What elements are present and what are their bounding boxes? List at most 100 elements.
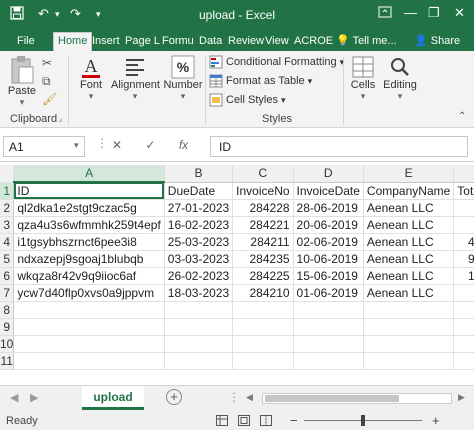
zoom-slider-thumb[interactable] bbox=[361, 415, 365, 426]
cell[interactable]: 9778.4 bbox=[453, 250, 474, 268]
cell[interactable] bbox=[453, 301, 474, 319]
formula-input[interactable]: ID bbox=[210, 136, 468, 157]
format-painter-icon[interactable]: 🖌 bbox=[42, 92, 57, 106]
cell[interactable]: 27-01-2023 bbox=[164, 199, 234, 217]
hscroll-left-icon[interactable]: ◀ bbox=[246, 392, 253, 403]
cell[interactable]: 284211 bbox=[232, 233, 294, 251]
cell[interactable]: 284235 bbox=[232, 250, 294, 268]
tab-view[interactable]: View bbox=[265, 33, 289, 51]
cell[interactable] bbox=[232, 318, 294, 336]
cell[interactable]: Aenean LLC bbox=[363, 233, 455, 251]
collapse-ribbon-icon[interactable]: ⌃ bbox=[458, 111, 466, 122]
cell[interactable]: 20-06-2019 bbox=[293, 216, 364, 234]
close-button[interactable]: ✕ bbox=[454, 5, 465, 21]
row-header[interactable]: 6 bbox=[0, 267, 15, 285]
add-sheet-button[interactable]: + bbox=[166, 389, 182, 405]
clipboard-launcher-icon[interactable]: ⌟ bbox=[58, 113, 62, 124]
select-all-corner[interactable] bbox=[0, 165, 15, 183]
cell[interactable]: 1009.8 bbox=[453, 267, 474, 285]
zoom-out-button[interactable]: − bbox=[290, 413, 298, 428]
cell[interactable] bbox=[13, 352, 165, 370]
tab-acrobat[interactable]: ACROE bbox=[294, 33, 333, 51]
cell[interactable] bbox=[13, 335, 165, 353]
cell[interactable] bbox=[363, 352, 455, 370]
cell[interactable]: Aenean LLC bbox=[363, 267, 455, 285]
ribbon-display-icon[interactable] bbox=[378, 5, 392, 22]
row-header[interactable]: 5 bbox=[0, 250, 15, 268]
cell[interactable]: 4139.6 bbox=[453, 233, 474, 251]
cell[interactable]: 15-06-2019 bbox=[293, 267, 364, 285]
row-header[interactable]: 8 bbox=[0, 301, 15, 319]
column-header[interactable]: F bbox=[453, 165, 474, 183]
row-header[interactable]: 4 bbox=[0, 233, 15, 251]
tab-home[interactable]: Home bbox=[53, 32, 93, 51]
cell[interactable] bbox=[164, 318, 234, 336]
cell[interactable]: 26-02-2023 bbox=[164, 267, 234, 285]
enter-icon[interactable]: ✓ bbox=[145, 138, 155, 152]
copy-icon[interactable]: ⧉ bbox=[42, 74, 51, 89]
name-box[interactable]: A1 bbox=[3, 136, 85, 157]
cell[interactable] bbox=[13, 318, 165, 336]
hscroll-right-icon[interactable]: ▶ bbox=[458, 392, 465, 403]
editing-button[interactable]: Editing ▾ bbox=[381, 55, 419, 102]
tab-insert[interactable]: Insert bbox=[92, 33, 120, 51]
cell[interactable]: i1tgsybhszrnct6pee3i8 bbox=[13, 233, 165, 251]
column-header[interactable]: B bbox=[164, 165, 234, 183]
cell[interactable] bbox=[453, 318, 474, 336]
name-box-dropdown-icon[interactable]: ▾ bbox=[74, 140, 79, 151]
cell[interactable]: 03-03-2023 bbox=[164, 250, 234, 268]
cell[interactable]: Aenean LLC bbox=[363, 199, 455, 217]
format-as-table-button[interactable]: Format as Table ▾ bbox=[209, 74, 312, 88]
tab-page-layout[interactable]: Page L bbox=[125, 33, 160, 51]
cell[interactable]: 25-03-2023 bbox=[164, 233, 234, 251]
sheet-tab-upload[interactable]: upload bbox=[82, 386, 144, 410]
row-header[interactable]: 1 bbox=[0, 182, 15, 200]
cell[interactable]: DueDate bbox=[164, 182, 234, 200]
row-header[interactable]: 3 bbox=[0, 216, 15, 234]
paste-dropdown-icon[interactable]: ▾ bbox=[6, 97, 38, 108]
cell[interactable]: ql2dka1e2stgt9czac5g bbox=[13, 199, 165, 217]
cell[interactable] bbox=[363, 335, 455, 353]
cell[interactable]: 284221 bbox=[232, 216, 294, 234]
cell-styles-button[interactable]: Cell Styles ▾ bbox=[209, 93, 286, 107]
minimize-button[interactable]: — bbox=[404, 5, 417, 20]
cell[interactable] bbox=[13, 301, 165, 319]
cell[interactable]: ID bbox=[13, 182, 165, 200]
cancel-icon[interactable]: ✕ bbox=[112, 138, 122, 152]
cut-icon[interactable]: ✂ bbox=[42, 56, 52, 70]
cell[interactable]: wkqza8r42v9q9iioc6af bbox=[13, 267, 165, 285]
row-header[interactable]: 9 bbox=[0, 318, 15, 336]
cell[interactable]: 10-06-2019 bbox=[293, 250, 364, 268]
zoom-slider[interactable] bbox=[304, 415, 422, 426]
cell[interactable] bbox=[363, 318, 455, 336]
cell[interactable]: 02-06-2019 bbox=[293, 233, 364, 251]
cell[interactable] bbox=[232, 352, 294, 370]
cell[interactable]: 284228 bbox=[232, 199, 294, 217]
row-header[interactable]: 11 bbox=[0, 352, 15, 370]
number-button[interactable]: % Number ▾ bbox=[163, 55, 203, 102]
tab-review[interactable]: Review bbox=[228, 33, 264, 51]
cell[interactable]: 284210 bbox=[232, 284, 294, 302]
column-header[interactable]: A bbox=[13, 165, 165, 183]
page-layout-view-icon[interactable] bbox=[238, 415, 250, 426]
cell[interactable]: InvoiceDate bbox=[293, 182, 364, 200]
row-header[interactable]: 2 bbox=[0, 199, 15, 217]
cell[interactable] bbox=[164, 352, 234, 370]
cell[interactable] bbox=[232, 301, 294, 319]
cell[interactable]: TotalDue bbox=[453, 182, 474, 200]
cell[interactable]: 1800 bbox=[453, 199, 474, 217]
tab-data[interactable]: Data bbox=[199, 33, 222, 51]
cell[interactable]: 16-02-2023 bbox=[164, 216, 234, 234]
cell[interactable]: 6300 bbox=[453, 216, 474, 234]
tab-file[interactable]: File bbox=[17, 33, 35, 51]
cell[interactable]: ndxazepj9sgoaj1blubqb bbox=[13, 250, 165, 268]
restore-button[interactable]: ❐ bbox=[428, 5, 440, 21]
cell[interactable]: CompanyName bbox=[363, 182, 455, 200]
paste-button[interactable]: Paste ▾ bbox=[6, 55, 38, 108]
cells-button[interactable]: Cells ▾ bbox=[348, 55, 378, 102]
cell[interactable]: Aenean LLC bbox=[363, 216, 455, 234]
cell[interactable] bbox=[293, 352, 364, 370]
tab-formulas[interactable]: Formu bbox=[162, 33, 194, 51]
cell[interactable] bbox=[453, 335, 474, 353]
horizontal-scrollbar[interactable] bbox=[262, 393, 452, 404]
